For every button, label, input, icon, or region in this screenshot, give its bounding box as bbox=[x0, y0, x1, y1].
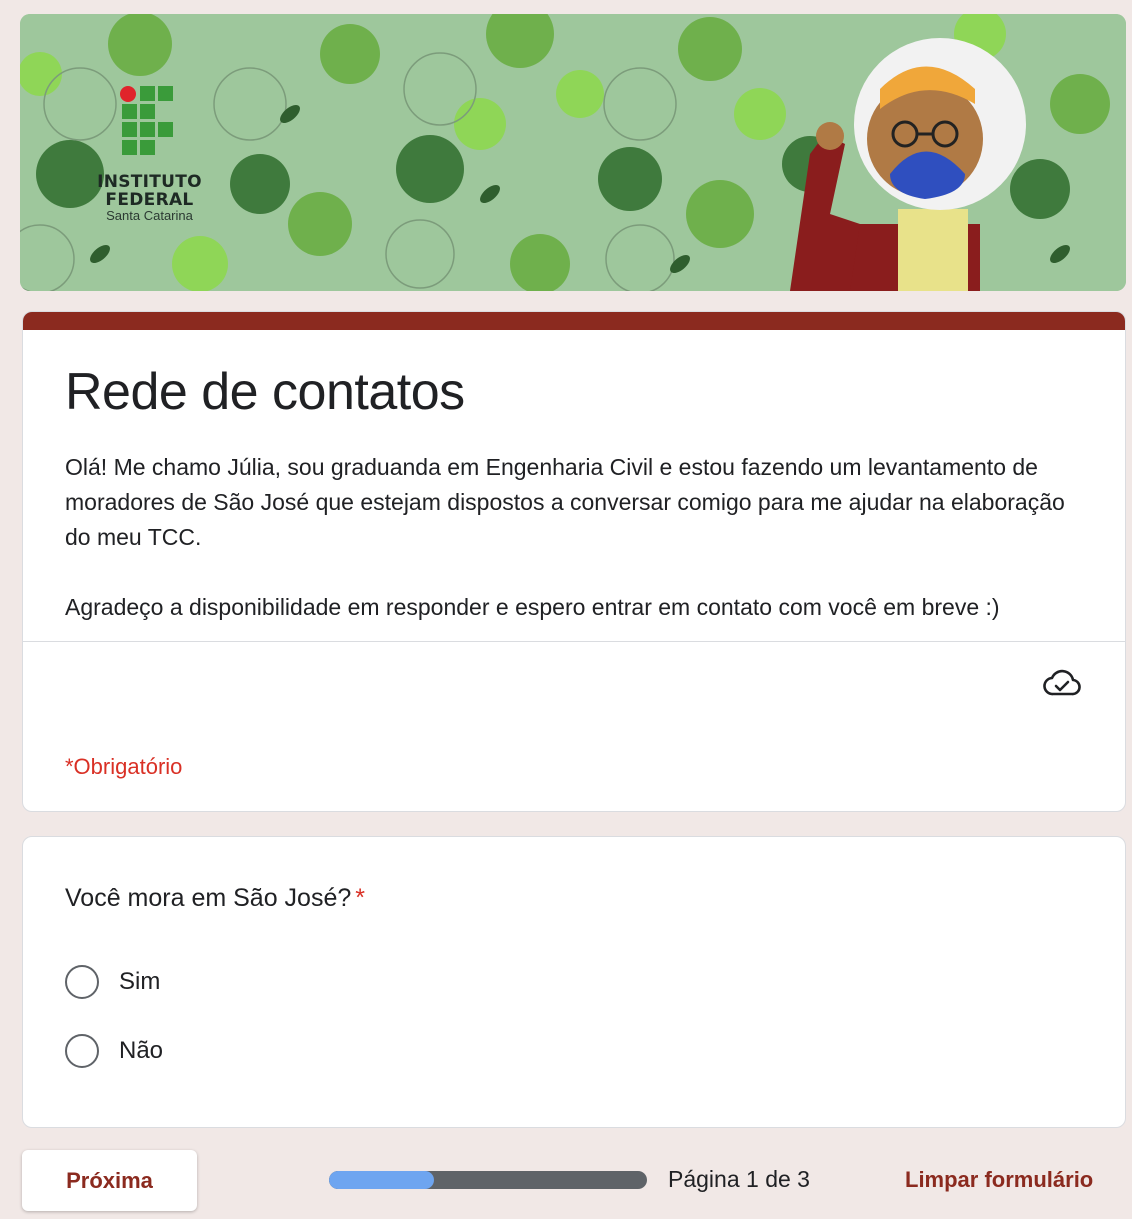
radio-button[interactable] bbox=[65, 1034, 99, 1068]
question-title: Você mora em São José? * bbox=[65, 884, 365, 913]
page-indicator: Página 1 de 3 bbox=[668, 1166, 810, 1192]
option-label: Sim bbox=[119, 968, 161, 995]
divider bbox=[23, 641, 1125, 642]
progress-fill bbox=[329, 1171, 434, 1189]
institute-logo: INSTITUTO FEDERAL Santa Catarina bbox=[92, 82, 232, 232]
progress-bar bbox=[329, 1171, 647, 1189]
clear-form-button[interactable]: Limpar formulário bbox=[895, 1160, 1103, 1200]
description-paragraph-2: Agradeço a disponibilidade em responder … bbox=[65, 594, 1000, 620]
radio-button[interactable] bbox=[65, 965, 99, 999]
logo-line-2: FEDERAL bbox=[105, 190, 194, 210]
required-asterisk: * bbox=[355, 884, 366, 912]
cloud-check-icon bbox=[1043, 669, 1081, 696]
form-header-card: Rede de contatos Olá! Me chamo Júlia, so… bbox=[22, 311, 1126, 812]
logo-line-1: INSTITUTO bbox=[97, 172, 202, 192]
logo-line-3: Santa Catarina bbox=[106, 208, 193, 223]
required-note: *Obrigatório bbox=[65, 754, 183, 779]
question-card: Você mora em São José? * Sim Não bbox=[22, 836, 1126, 1128]
form-description: Olá! Me chamo Júlia, sou graduanda em En… bbox=[65, 450, 1095, 660]
description-paragraph-1: Olá! Me chamo Júlia, sou graduanda em En… bbox=[65, 454, 1065, 550]
accent-bar bbox=[23, 312, 1125, 330]
option-label: Não bbox=[119, 1037, 164, 1064]
next-button[interactable]: Próxima bbox=[22, 1150, 197, 1211]
radio-option-sim[interactable]: Sim bbox=[65, 965, 160, 999]
header-banner: INSTITUTO FEDERAL Santa Catarina bbox=[20, 14, 1126, 291]
radio-option-nao[interactable]: Não bbox=[65, 1034, 163, 1068]
question-text: Você mora em São José? bbox=[65, 884, 352, 912]
page-title: Rede de contatos bbox=[65, 363, 465, 421]
